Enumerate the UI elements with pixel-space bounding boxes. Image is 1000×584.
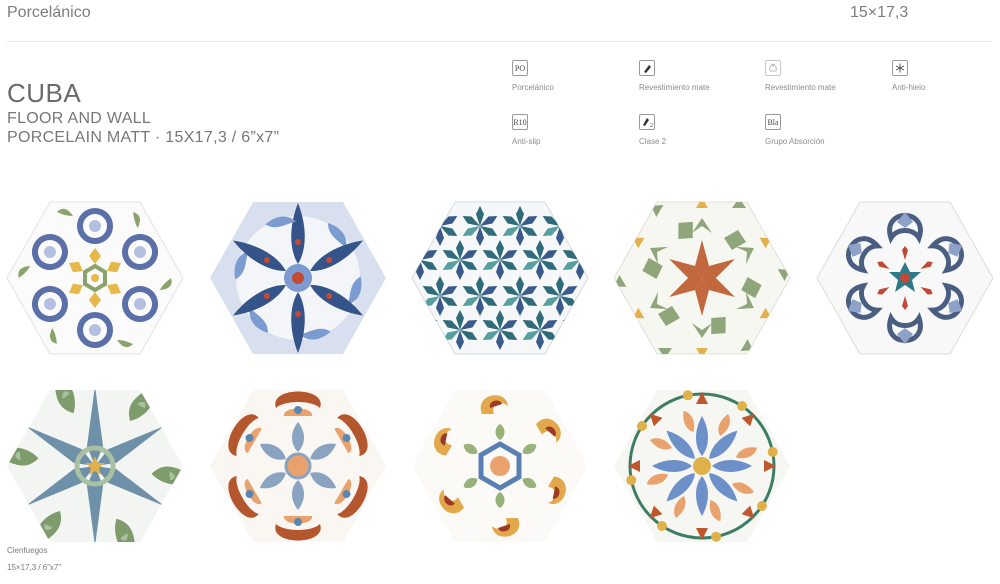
class-2-number: 2 [650, 123, 653, 129]
tile-3-pattern [411, 201, 589, 355]
feature-label: Porcelánico [512, 83, 554, 92]
absorption-icon: Bla [765, 114, 781, 130]
brush-icon [639, 60, 655, 76]
class-2-icon: 2 [639, 114, 655, 130]
feature-label: Revestimiento mate [765, 83, 836, 92]
product-line-1: FLOOR AND WALL [7, 110, 152, 127]
feature-label: Clase 2 [639, 137, 667, 146]
tile-size-caption: 15×17,3 / 6”x7” [7, 563, 62, 572]
tile-4[interactable] [612, 200, 792, 356]
tile-6[interactable] [5, 388, 185, 544]
feature-porcelain: PO Porcelánico [512, 60, 622, 92]
material-label: Porcelánico [7, 4, 91, 21]
feature-class-2: 2 Clase 2 [639, 114, 749, 146]
tile-2[interactable] [208, 200, 388, 356]
feature-label: Revestimiento mate [639, 83, 710, 92]
feature-anti-slip: R10 Anti-slip [512, 114, 622, 146]
tile-6-pattern [7, 390, 183, 542]
tile-9-pattern [614, 390, 790, 542]
tile-9[interactable] [612, 388, 792, 544]
snowflake-icon [892, 60, 908, 76]
product-line-2: PORCELAIN MATT · 15X17,3 / 6”x7” [7, 129, 280, 146]
feature-label: Grupo Absorción [765, 137, 825, 146]
divider [7, 41, 992, 42]
porcelain-icon: PO [512, 60, 528, 76]
feature-absorption: Bla Grupo Absorción [765, 114, 875, 146]
feature-matt-wall: Revestimiento mate [639, 60, 749, 92]
tile-8-pattern [412, 390, 588, 542]
tile-1-pattern [6, 201, 184, 355]
tile-3[interactable] [410, 200, 590, 356]
tile-4-pattern [613, 201, 791, 355]
tile-5-pattern [816, 201, 994, 355]
feature-label: Anti-slip [512, 137, 541, 146]
product-title: CUBA [7, 78, 82, 108]
feature-frost: Anti-hielo [892, 60, 1000, 92]
r10-icon: R10 [512, 114, 528, 130]
tile-7[interactable] [208, 388, 388, 544]
size-label: 15×17,3 [850, 4, 909, 21]
tile-8[interactable] [410, 388, 590, 544]
tile-7-pattern [210, 390, 386, 542]
tile-name-caption: Cienfuegos [7, 546, 48, 555]
feature-label: Anti-hielo [892, 83, 926, 92]
hand-icon [765, 60, 781, 76]
feature-matt-wall-2: Revestimiento mate [765, 60, 875, 92]
tile-2-pattern [210, 202, 386, 354]
tile-1[interactable] [5, 200, 185, 356]
top-bar: Porcelánico 15×17,3 [0, 0, 1000, 42]
tile-5[interactable] [815, 200, 995, 356]
